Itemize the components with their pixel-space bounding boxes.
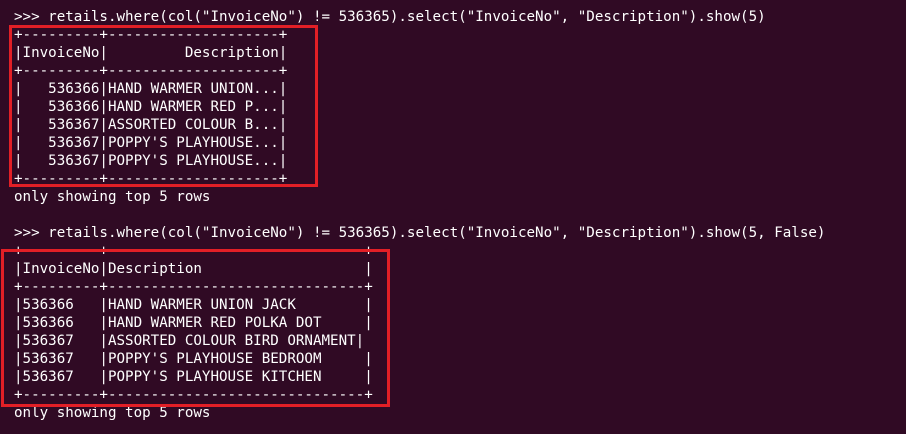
output-footer-1: only showing top 5 rows — [14, 189, 211, 205]
command-line-2: >>> retails.where(col("InvoiceNo") != 53… — [14, 225, 826, 241]
command-line-1: >>> retails.where(col("InvoiceNo") != 53… — [14, 9, 766, 25]
terminal-window[interactable]: >>> retails.where(col("InvoiceNo") != 53… — [0, 0, 906, 434]
highlight-box-truncated-table — [9, 25, 318, 187]
highlight-box-full-table — [1, 249, 390, 407]
